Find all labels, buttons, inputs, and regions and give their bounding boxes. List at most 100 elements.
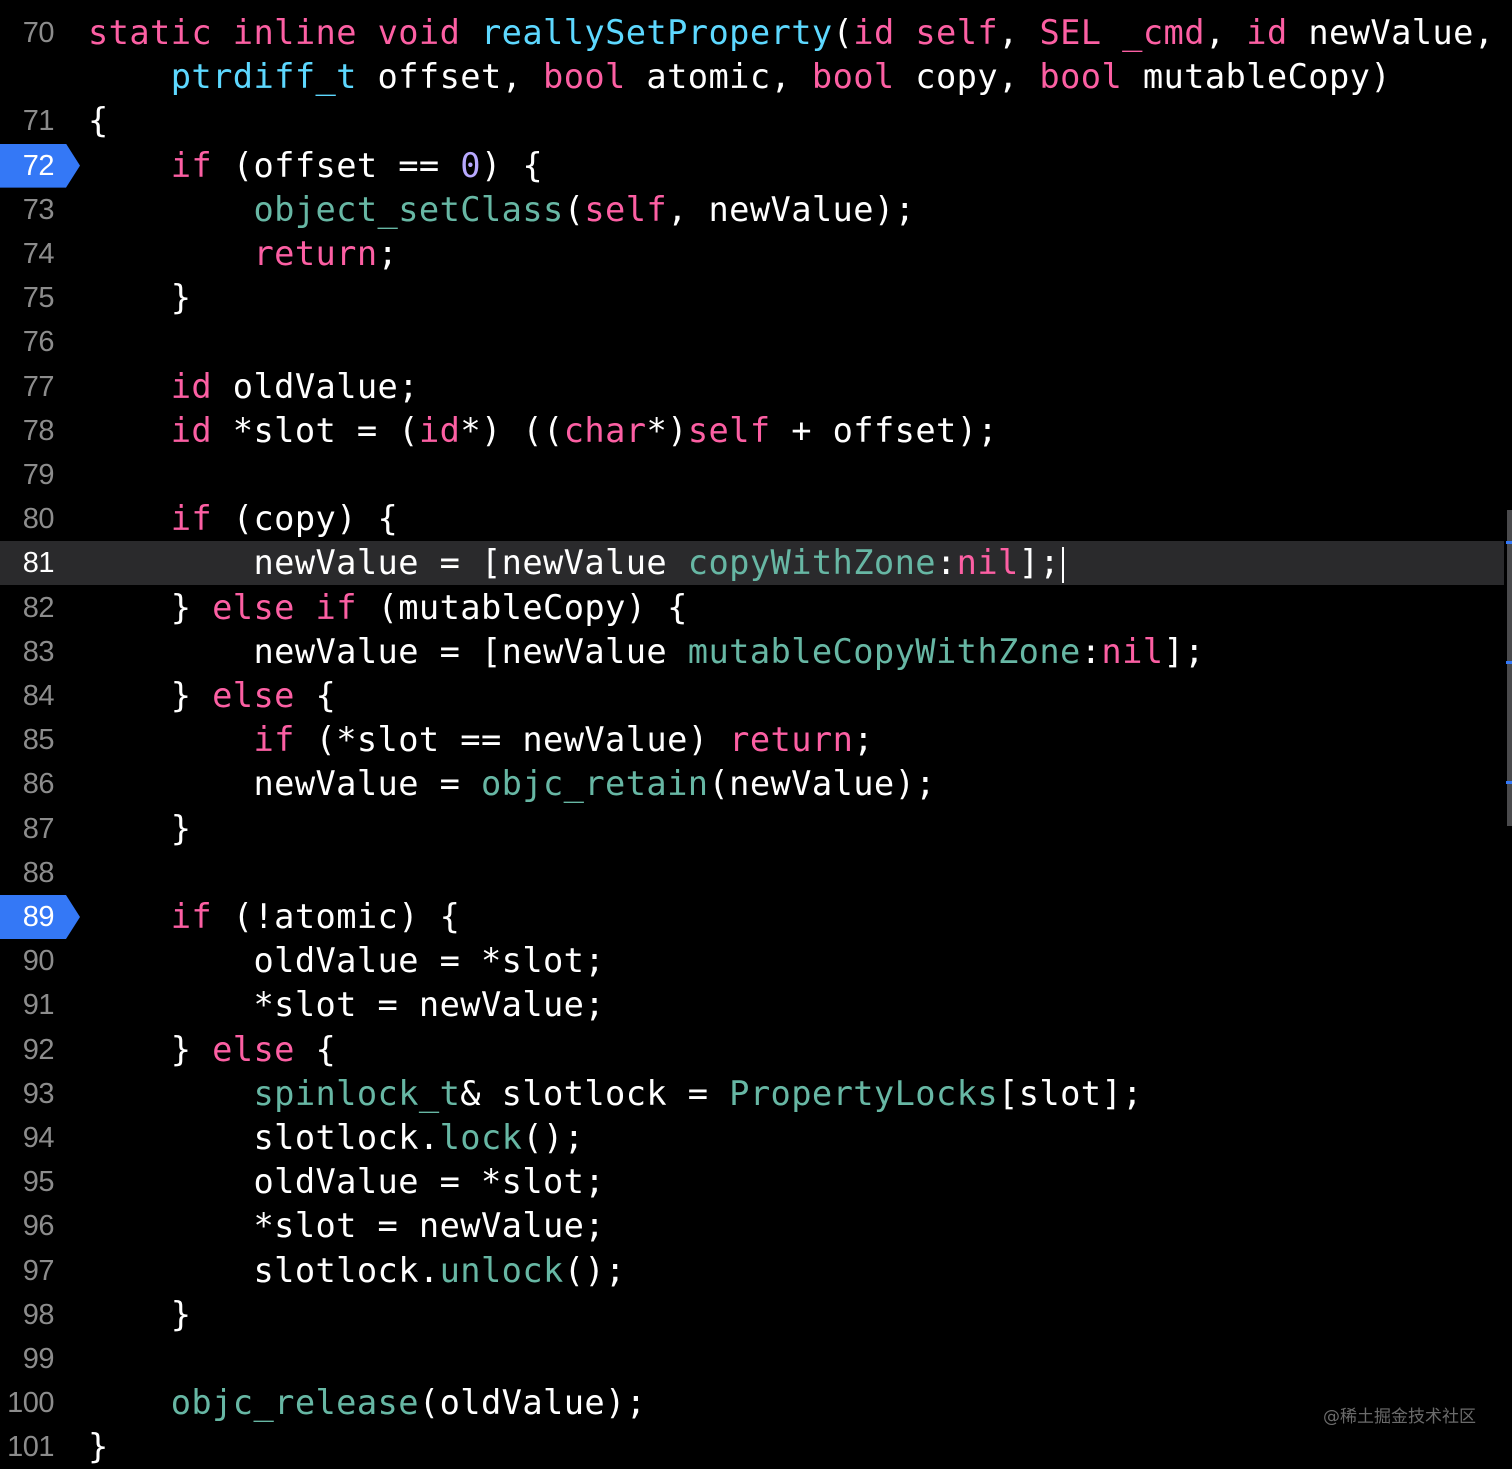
line-gutter[interactable]: 99 bbox=[0, 1337, 80, 1381]
line-gutter[interactable]: 79 bbox=[0, 453, 80, 497]
code-token: (newValue); bbox=[708, 764, 936, 804]
code-line[interactable]: 88 bbox=[0, 851, 1504, 895]
code-line[interactable]: 74 return; bbox=[0, 232, 1504, 276]
code-editor[interactable]: 70 static inline void reallySetProperty(i… bbox=[0, 0, 1512, 1466]
code-line[interactable]: 84 } else { bbox=[0, 674, 1504, 718]
line-gutter[interactable]: 85 bbox=[0, 718, 80, 762]
code-token: if bbox=[170, 499, 213, 539]
code-text: id oldValue; bbox=[88, 365, 419, 409]
code-token: bool bbox=[1039, 57, 1123, 97]
code-line[interactable]: 100 objc_release(oldValue); bbox=[0, 1381, 1504, 1425]
line-gutter[interactable]: 91 bbox=[0, 983, 80, 1027]
watermark: @稀土掘金技术社区 bbox=[1323, 1407, 1476, 1427]
line-gutter[interactable]: 95 bbox=[0, 1160, 80, 1204]
code-line[interactable]: 90 oldValue = *slot; bbox=[0, 939, 1504, 983]
line-gutter[interactable]: 86 bbox=[0, 762, 80, 806]
line-gutter[interactable]: 83 bbox=[0, 630, 80, 674]
code-token: unlock bbox=[439, 1250, 564, 1290]
code-line[interactable]: 79 bbox=[0, 453, 1504, 497]
code-text: slotlock.lock(); bbox=[88, 1116, 584, 1160]
code-line[interactable]: 101} bbox=[0, 1425, 1504, 1469]
line-gutter[interactable]: 101 bbox=[0, 1425, 80, 1469]
code-line[interactable]: 85 if (*slot == newValue) return; bbox=[0, 718, 1504, 762]
line-gutter[interactable]: 71 bbox=[0, 99, 80, 143]
line-gutter[interactable]: 72 bbox=[0, 143, 80, 188]
line-gutter[interactable]: 74 bbox=[0, 232, 80, 276]
code-line[interactable]: 95 oldValue = *slot; bbox=[0, 1160, 1504, 1204]
code-line[interactable]: 99 bbox=[0, 1337, 1504, 1381]
line-gutter[interactable]: 78 bbox=[0, 409, 80, 453]
line-gutter[interactable]: 96 bbox=[0, 1204, 80, 1248]
code-text: } bbox=[88, 1425, 109, 1469]
code-line[interactable]: 98 } bbox=[0, 1293, 1504, 1337]
line-gutter[interactable]: 84 bbox=[0, 674, 80, 718]
code-line[interactable]: 71 { bbox=[0, 99, 1504, 143]
line-gutter[interactable]: 75 bbox=[0, 276, 80, 320]
code-line[interactable]: 81 newValue = [newValue copyWithZone:nil… bbox=[0, 541, 1504, 586]
code-line[interactable]: 73 object_setClass(self, newValue); bbox=[0, 188, 1504, 232]
code-line[interactable]: 83 newValue = [newValue mutableCopyWithZ… bbox=[0, 630, 1504, 674]
code-token: ptrdiff_t bbox=[170, 57, 357, 97]
code-text: object_setClass(self, newValue); bbox=[88, 188, 915, 232]
line-number: 84 bbox=[22, 680, 55, 712]
code-token: oldValue = *slot; bbox=[88, 1162, 606, 1202]
line-gutter[interactable]: 87 bbox=[0, 807, 80, 851]
code-line[interactable]: 96 *slot = newValue; bbox=[0, 1204, 1504, 1248]
code-line[interactable]: 80 if (copy) { bbox=[0, 497, 1504, 541]
code-line[interactable]: ptrdiff_t offset, bool atomic, bool copy… bbox=[0, 55, 1504, 99]
line-gutter[interactable]: 97 bbox=[0, 1249, 80, 1293]
line-number: 98 bbox=[22, 1298, 55, 1331]
code-token: [slot]; bbox=[998, 1073, 1143, 1113]
code-text: newValue = [newValue copyWithZone:nil]; bbox=[88, 541, 1065, 585]
line-gutter[interactable]: 88 bbox=[0, 851, 80, 895]
line-gutter[interactable]: 77 bbox=[0, 365, 80, 409]
line-gutter[interactable]: 89 bbox=[0, 895, 80, 939]
code-line[interactable]: 86 newValue = objc_retain(newValue); bbox=[0, 762, 1504, 806]
code-line[interactable]: 94 slotlock.lock(); bbox=[0, 1116, 1504, 1160]
code-token: self bbox=[915, 13, 999, 52]
code-token: id bbox=[853, 13, 895, 52]
line-gutter[interactable]: 73 bbox=[0, 188, 80, 232]
code-line[interactable]: 70 static inline void reallySetProperty(i… bbox=[0, 11, 1504, 55]
change-marker bbox=[1506, 781, 1512, 784]
code-line[interactable]: 76 bbox=[0, 320, 1504, 364]
code-line[interactable]: 75 } bbox=[0, 276, 1504, 320]
code-line[interactable]: 93 spinlock_t& slotlock = PropertyLocks[… bbox=[0, 1072, 1504, 1116]
code-token: if bbox=[253, 720, 295, 760]
code-text: id *slot = (id*) ((char*)self + offset); bbox=[88, 409, 998, 453]
line-gutter[interactable]: 70 bbox=[0, 11, 80, 55]
code-line[interactable]: 91 *slot = newValue; bbox=[0, 983, 1504, 1027]
code-token: + offset); bbox=[770, 410, 999, 450]
line-gutter[interactable]: 76 bbox=[0, 320, 80, 364]
code-line[interactable]: 89 if (!atomic) { bbox=[0, 895, 1504, 939]
line-gutter[interactable]: 100 bbox=[0, 1381, 80, 1425]
code-token: static bbox=[88, 13, 213, 52]
line-number: 77 bbox=[22, 370, 55, 403]
code-line[interactable]: 82 } else if (mutableCopy) { bbox=[0, 586, 1504, 630]
code-line[interactable]: 72 if (offset == 0) { bbox=[0, 143, 1504, 188]
code-token: (mutableCopy) { bbox=[356, 587, 688, 627]
line-gutter[interactable]: 81 bbox=[0, 541, 80, 585]
line-gutter[interactable]: 93 bbox=[0, 1072, 80, 1116]
line-number: 97 bbox=[22, 1254, 55, 1287]
code-token: id bbox=[418, 410, 461, 450]
code-token: (offset == bbox=[212, 145, 461, 185]
line-gutter[interactable]: 98 bbox=[0, 1293, 80, 1337]
line-number: 100 bbox=[7, 1387, 54, 1420]
line-gutter[interactable]: 94 bbox=[0, 1116, 80, 1160]
line-gutter[interactable]: 82 bbox=[0, 586, 80, 630]
code-line[interactable]: 77 id oldValue; bbox=[0, 365, 1504, 409]
line-gutter[interactable]: 90 bbox=[0, 939, 80, 983]
line-gutter[interactable] bbox=[0, 55, 80, 99]
code-token: (); bbox=[522, 1118, 585, 1157]
line-gutter[interactable]: 80 bbox=[0, 497, 80, 541]
line-gutter[interactable]: 92 bbox=[0, 1028, 80, 1072]
code-token: } bbox=[88, 1029, 213, 1069]
code-token: (copy) { bbox=[212, 499, 399, 539]
code-line[interactable]: 92 } else { bbox=[0, 1028, 1504, 1072]
code-line[interactable]: 97 slotlock.unlock(); bbox=[0, 1249, 1504, 1293]
code-line[interactable]: 87 } bbox=[0, 807, 1504, 851]
code-line[interactable]: 78 id *slot = (id*) ((char*)self + offse… bbox=[0, 409, 1504, 453]
